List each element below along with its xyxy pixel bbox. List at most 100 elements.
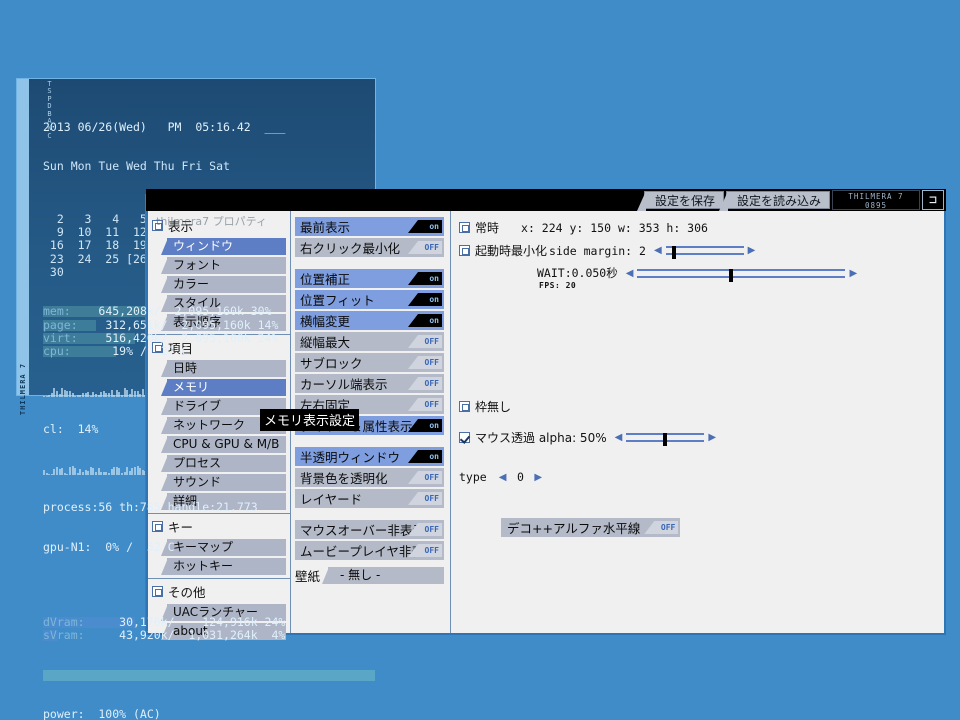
- monitor-stat-text: sVram: 43,920k/ 1,031,264k 4%: [43, 627, 286, 642]
- option-toggle-state[interactable]: OFF: [408, 492, 442, 505]
- no-frame-row[interactable]: 枠無し: [459, 398, 934, 415]
- option-toggle[interactable]: 背景色を透明化 OFF: [295, 468, 444, 487]
- option-toggle[interactable]: 位置補正 on: [295, 269, 444, 288]
- always-on-row[interactable]: 常時 x: 224 y: 150 w: 353 h: 306: [459, 219, 934, 236]
- option-toggle-state[interactable]: OFF: [408, 377, 442, 390]
- mouse-alpha-right-arrow-icon[interactable]: ▶: [704, 432, 720, 443]
- option-toggle-state[interactable]: on: [408, 314, 442, 327]
- option-toggle[interactable]: 右クリック最小化 OFF: [295, 238, 444, 257]
- side-margin-track[interactable]: [665, 246, 744, 259]
- monitor-stat-text: cpu: 19% / 27'C: [43, 344, 189, 359]
- minimize-label: 起動時最小化: [475, 244, 548, 258]
- wallpaper-row[interactable]: 壁紙 - 無し -: [295, 566, 444, 585]
- mouse-alpha-knob[interactable]: [663, 433, 668, 446]
- option-toggle-state[interactable]: on: [408, 450, 442, 463]
- deco-alpha-hline-button[interactable]: デコ++アルファ水平線 OFF: [501, 518, 681, 537]
- deco-toggle-state[interactable]: OFF: [644, 521, 679, 534]
- load-settings-button[interactable]: 設定を読み込み: [718, 191, 830, 211]
- always-label: 常時: [475, 221, 500, 235]
- sidebar-item[interactable]: カラー: [161, 276, 286, 293]
- option-toggle[interactable]: マウスオーバー非表示 OFF: [295, 520, 444, 539]
- nav-group-2[interactable]: キー: [148, 516, 290, 537]
- monitor-side-rail: THILMERA 7: [17, 79, 29, 415]
- monitor-stat-row: sVram: 43,920k/ 1,031,264k 4%: [43, 627, 375, 642]
- wait-label: WAIT:0.050秒: [537, 266, 618, 280]
- wallpaper-value[interactable]: - 無し -: [322, 567, 444, 584]
- option-toggle-state[interactable]: on: [408, 293, 442, 306]
- wait-track[interactable]: [637, 268, 846, 282]
- monitor-section-letters: T S P D B A N C: [47, 80, 52, 140]
- wait-knob[interactable]: [729, 268, 734, 282]
- type-left-arrow-icon[interactable]: ◀: [495, 472, 511, 483]
- option-toggle-state[interactable]: OFF: [408, 335, 442, 348]
- option-toggle[interactable]: カーソル端表示 OFF: [295, 374, 444, 393]
- option-toggle-state[interactable]: OFF: [408, 241, 442, 254]
- always-checkbox[interactable]: [459, 222, 470, 233]
- minimize-on-start-row[interactable]: 起動時最小化 side margin: 2 ◀ ▶: [459, 242, 934, 259]
- sidebar-item[interactable]: CPU & GPU & M/B: [161, 436, 286, 453]
- option-toggle-state[interactable]: OFF: [408, 471, 442, 484]
- monitor-weekday-header: Sun Mon Tue Wed Thu Fri Sat: [43, 159, 230, 174]
- option-toggle-state[interactable]: on: [408, 220, 442, 233]
- nav-group-label: 表示: [168, 219, 194, 234]
- monitor-process-line: process:56 th:785 handle:21,773: [43, 500, 258, 515]
- desktop-background: THILMERA 7 T S P D B A N C 2013 06/26(We…: [0, 0, 960, 720]
- toggle-group-transparency: 半透明ウィンドウ on 背景色を透明化 OFF レイヤード OFF: [295, 447, 444, 508]
- option-toggle-state[interactable]: on: [408, 272, 442, 285]
- sidebar-item[interactable]: メモリ: [161, 379, 286, 396]
- nav-group-label: その他: [168, 585, 206, 600]
- type-value: 0: [516, 470, 524, 484]
- wait-left-arrow-icon[interactable]: ◀: [622, 268, 638, 279]
- type-row[interactable]: type ◀ 0 ▶: [459, 470, 934, 484]
- wait-row[interactable]: WAIT:0.050秒 ◀ ▶: [537, 265, 934, 282]
- sidebar-item[interactable]: サウンド: [161, 474, 286, 491]
- nav-group-3[interactable]: その他: [148, 581, 290, 602]
- wait-slider[interactable]: ◀ ▶: [622, 268, 861, 282]
- monitor-power-row: power: 100% (AC): [43, 669, 375, 720]
- option-toggle[interactable]: 最前表示 on: [295, 217, 444, 236]
- mouse-alpha-slider[interactable]: ◀ ▶: [611, 432, 720, 446]
- sidebar-item[interactable]: 日時: [161, 360, 286, 377]
- sidebar-item[interactable]: ウィンドウ: [161, 238, 286, 255]
- nav-group-checkbox[interactable]: [152, 586, 163, 597]
- nav-group-label: キー: [168, 520, 194, 535]
- nav-group-checkbox[interactable]: [152, 521, 163, 532]
- no-frame-checkbox[interactable]: [459, 401, 470, 412]
- geometry-readout: x: 224 y: 150 w: 353 h: 306: [521, 220, 708, 235]
- side-margin-right-arrow-icon[interactable]: ▶: [744, 245, 760, 256]
- mouse-alpha-track[interactable]: [626, 433, 705, 446]
- mouse-alpha-left-arrow-icon[interactable]: ◀: [611, 432, 627, 443]
- option-toggle[interactable]: 半透明ウィンドウ on: [295, 447, 444, 466]
- deco-button-wrap: デコ++アルファ水平線 OFF: [501, 518, 934, 537]
- minimize-checkbox[interactable]: [459, 245, 470, 256]
- side-margin-left-arrow-icon[interactable]: ◀: [650, 245, 666, 256]
- option-toggle-state[interactable]: OFF: [408, 356, 442, 369]
- brand-name: THILMERA 7: [848, 192, 904, 201]
- type-right-arrow-icon[interactable]: ▶: [530, 472, 546, 483]
- mouse-alpha-checkbox[interactable]: [459, 432, 470, 443]
- option-toggle-label: 背景色を透明化: [300, 471, 388, 486]
- sidebar-item[interactable]: プロセス: [161, 455, 286, 472]
- option-toggle-label: 半透明ウィンドウ: [300, 450, 401, 465]
- monitor-memory-stats: mem: 645,208k/ 2,095,160k 30% page: 312,6…: [43, 305, 375, 358]
- type-label: type: [459, 470, 487, 484]
- side-margin-slider[interactable]: ◀ ▶: [650, 245, 760, 259]
- monitor-stat-row: cpu: 19% / 27'C: [43, 344, 375, 359]
- side-margin-knob[interactable]: [671, 246, 676, 259]
- close-icon[interactable]: ⊐: [922, 190, 944, 210]
- wait-right-arrow-icon[interactable]: ▶: [845, 268, 861, 279]
- dialog-titlebar[interactable]: 設定を保存 設定を読み込み THILMERA 7 0895 ⊐: [146, 189, 946, 211]
- option-toggle-state[interactable]: on: [408, 419, 442, 432]
- option-toggle-label: 位置補正: [300, 272, 351, 287]
- monitor-datetime: 2013 06/26(Wed) PM 05:16.42 ___: [43, 119, 286, 134]
- wallpaper-label: 壁紙: [295, 569, 321, 584]
- option-toggle-state[interactable]: OFF: [408, 398, 442, 411]
- properties-dialog[interactable]: 設定を保存 設定を読み込み THILMERA 7 0895 ⊐ thilmera…: [145, 189, 946, 640]
- nav-group-0[interactable]: 表示: [148, 215, 290, 236]
- nav-group-checkbox[interactable]: [152, 220, 163, 231]
- mouse-alpha-row[interactable]: マウス透過 alpha: 50% ◀ ▶: [459, 429, 934, 446]
- save-settings-button[interactable]: 設定を保存: [636, 191, 724, 211]
- sidebar-item[interactable]: フォント: [161, 257, 286, 274]
- sidebar-item[interactable]: ホットキー: [161, 558, 286, 575]
- deco-label: デコ++アルファ水平線: [507, 521, 641, 536]
